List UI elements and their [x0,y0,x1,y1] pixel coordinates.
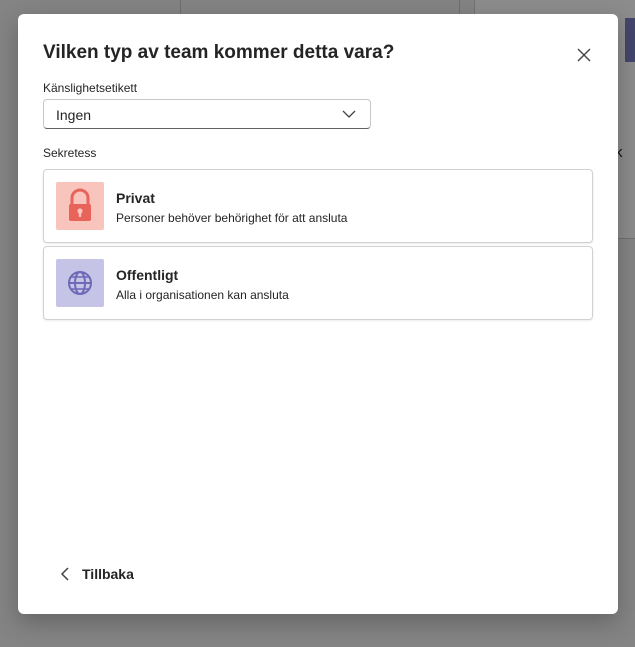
privacy-label: Sekretess [43,146,97,160]
sensitivity-value: Ingen [56,107,92,123]
chevron-left-icon [60,567,69,581]
lock-icon [56,182,104,230]
privacy-option-private[interactable]: Privat Personer behöver behörighet för a… [43,169,593,243]
option-description: Alla i organisationen kan ansluta [116,288,289,302]
globe-icon [56,259,104,307]
close-icon [577,48,591,62]
chevron-down-icon [342,110,356,118]
close-button[interactable] [576,47,592,63]
option-description: Personer behöver behörighet för att ansl… [116,211,348,225]
dialog-title: Vilken typ av team kommer detta vara? [43,42,395,63]
option-title: Privat [116,190,155,206]
back-button-label: Tillbaka [82,566,134,582]
sensitivity-label: Känslighetsetikett [43,81,138,95]
create-team-dialog: Vilken typ av team kommer detta vara? Kä… [18,14,618,614]
privacy-option-public[interactable]: Offentligt Alla i organisationen kan ans… [43,246,593,320]
sensitivity-dropdown[interactable]: Ingen [43,99,371,129]
option-title: Offentligt [116,267,179,283]
